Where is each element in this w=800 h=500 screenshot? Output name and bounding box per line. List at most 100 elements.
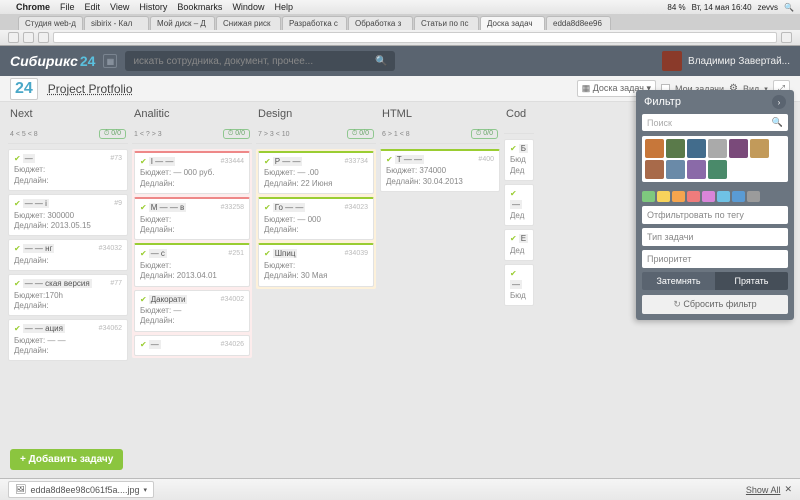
browser-tab[interactable]: Разработка с bbox=[282, 16, 347, 30]
filter-avatar[interactable] bbox=[687, 139, 706, 158]
kanban-column: Next4 < 5 < 8⏱ 0/0✔—#73Бюджет:Дедлайн:✔—… bbox=[8, 106, 128, 453]
task-card[interactable]: ✔— — нг#34032Дедлайн: bbox=[8, 239, 128, 271]
user-avatar bbox=[662, 51, 682, 71]
reload-button[interactable] bbox=[38, 32, 49, 43]
menu-help[interactable]: Help bbox=[274, 2, 293, 12]
app-header: Сибирикс24 ▦ искать сотрудника, документ… bbox=[0, 46, 800, 76]
kanban-column: Cod✔ББюдДед✔—Дед✔ЕДед✔—Бюд bbox=[504, 106, 534, 453]
url-bar[interactable] bbox=[53, 32, 777, 43]
filter-avatar[interactable] bbox=[729, 139, 748, 158]
task-card[interactable]: ✔Дакорати#34002Бюджет: —Дедлайн: bbox=[134, 290, 250, 332]
grid-icon[interactable]: ▦ bbox=[103, 54, 117, 68]
column-meta bbox=[504, 127, 534, 134]
browser-tab[interactable]: edda8d8ee96 bbox=[546, 16, 611, 30]
kanban-column: Analitic1 < ? > 3⏱ 0/0✔I — —#33444Бюджет… bbox=[132, 106, 252, 453]
filter-panel: Фильтр Архив Фильтр › Поиск 🔍 Отфильтров… bbox=[636, 90, 794, 320]
color-swatch[interactable] bbox=[687, 191, 700, 202]
browser-tab[interactable]: Статьи по пс bbox=[414, 16, 479, 30]
collapse-icon[interactable]: › bbox=[772, 95, 786, 109]
filter-priority[interactable]: Приоритет bbox=[642, 250, 788, 268]
menu-bookmarks[interactable]: Bookmarks bbox=[177, 2, 222, 12]
filter-avatar[interactable] bbox=[750, 139, 769, 158]
filter-avatars bbox=[642, 136, 788, 182]
task-card[interactable]: ✔М — — в#33258Бюджет:Дедлайн: bbox=[134, 197, 250, 240]
search-icon: 🔍 bbox=[772, 117, 783, 128]
filter-by-tag[interactable]: Отфильтровать по тегу bbox=[642, 206, 788, 224]
column-meta: 6 > 1 < 8⏱ 0/0 bbox=[380, 127, 500, 144]
task-card[interactable]: ✔Т — —#400Бюджет: 374000Дедлайн: 30.04.2… bbox=[380, 149, 500, 192]
menu-icon[interactable] bbox=[781, 32, 792, 43]
task-card[interactable]: ✔Го — —#34023Бюджет: — 000Дедлайн: bbox=[258, 197, 374, 240]
user-menu[interactable]: Владимир Завертай... bbox=[662, 51, 790, 71]
search-placeholder: искать сотрудника, документ, прочее... bbox=[133, 56, 313, 67]
color-swatch[interactable] bbox=[717, 191, 730, 202]
task-card[interactable]: ✔Р — —#33734Бюджет: — .00Дедлайн: 22 Июн… bbox=[258, 151, 374, 194]
project-badge[interactable]: 24 bbox=[10, 78, 38, 100]
column-title: Next bbox=[8, 106, 128, 124]
task-card[interactable]: ✔— с#251Бюджет:Дедлайн: 2013.04.01 bbox=[134, 243, 250, 286]
filter-avatar[interactable] bbox=[708, 160, 727, 179]
kanban-column: Design7 > 3 < 10⏱ 0/0✔Р — —#33734Бюджет:… bbox=[256, 106, 376, 453]
back-button[interactable] bbox=[8, 32, 19, 43]
global-search[interactable]: искать сотрудника, документ, прочее... 🔍 bbox=[125, 51, 395, 71]
filter-avatar[interactable] bbox=[666, 160, 685, 179]
color-swatch[interactable] bbox=[657, 191, 670, 202]
filter-swatches bbox=[636, 187, 794, 206]
task-card[interactable]: ✔—Бюд bbox=[504, 264, 534, 306]
task-card[interactable]: ✔I — —#33444Бюджет: — 000 руб.Дедлайн: bbox=[134, 151, 250, 194]
brand-logo[interactable]: Сибирикс24 bbox=[10, 53, 95, 69]
browser-tab[interactable]: sibirix - Кал bbox=[84, 16, 149, 30]
task-card[interactable]: ✔— — i#9Бюджет: 300000Дедлайн: 2013.05.1… bbox=[8, 194, 128, 236]
user-menu[interactable]: zevvs bbox=[758, 3, 778, 12]
show-all-downloads[interactable]: Show All bbox=[746, 485, 781, 495]
filter-header: Фильтр › bbox=[636, 90, 794, 114]
project-title[interactable]: Project Protfolio bbox=[48, 82, 567, 96]
column-meta: 4 < 5 < 8⏱ 0/0 bbox=[8, 127, 128, 144]
column-meta: 7 > 3 < 10⏱ 0/0 bbox=[256, 127, 376, 144]
column-title: HTML bbox=[380, 106, 500, 124]
color-swatch[interactable] bbox=[642, 191, 655, 202]
menu-edit[interactable]: Edit bbox=[85, 2, 101, 12]
kanban-column: HTML 6 > 1 < 8⏱ 0/0 ✔Т — —#400Бюджет: 3740… bbox=[380, 106, 500, 453]
task-card[interactable]: ✔—Дед bbox=[504, 184, 534, 226]
browser-tab[interactable]: Мой диск – Д bbox=[150, 16, 215, 30]
task-card[interactable]: ✔ББюдДед bbox=[504, 139, 534, 181]
reset-filter-button[interactable]: Сбросить фильтр bbox=[642, 295, 788, 314]
close-bar-icon[interactable]: ✕ bbox=[784, 484, 792, 495]
forward-button[interactable] bbox=[23, 32, 34, 43]
battery-text: 84 % bbox=[667, 3, 685, 12]
task-card[interactable]: ✔—#34026 bbox=[134, 335, 250, 356]
filter-search[interactable]: Поиск 🔍 bbox=[642, 114, 788, 131]
macos-menubar: Chrome File Edit View History Bookmarks … bbox=[0, 0, 800, 14]
menu-file[interactable]: File bbox=[60, 2, 75, 12]
menu-history[interactable]: History bbox=[139, 2, 167, 12]
color-swatch[interactable] bbox=[732, 191, 745, 202]
filter-avatar[interactable] bbox=[708, 139, 727, 158]
browser-tab[interactable]: Доска задач bbox=[480, 16, 545, 30]
download-file[interactable]: 🖼 edda8d8ee98c061f5a....jpg ▾ bbox=[8, 481, 154, 498]
browser-tab[interactable]: Студия web-д bbox=[18, 16, 83, 30]
browser-tab[interactable]: Снижая риск bbox=[216, 16, 281, 30]
color-swatch[interactable] bbox=[702, 191, 715, 202]
clock-text: Вт, 14 мая 16:40 bbox=[692, 3, 752, 12]
add-task-button[interactable]: + Добавить задачу bbox=[10, 449, 123, 470]
color-swatch[interactable] bbox=[672, 191, 685, 202]
task-card[interactable]: ✔— — ация#34062Бюджет: — —Дедлайн: bbox=[8, 319, 128, 361]
filter-avatar[interactable] bbox=[645, 160, 664, 179]
filter-task-type[interactable]: Тип задачи bbox=[642, 228, 788, 246]
app-menu[interactable]: Chrome bbox=[16, 2, 50, 12]
task-card[interactable]: ✔— — ская версия#77Бюджет:170hДедлайн: bbox=[8, 274, 128, 316]
menu-window[interactable]: Window bbox=[232, 2, 264, 12]
filter-avatar[interactable] bbox=[687, 160, 706, 179]
filter-avatar[interactable] bbox=[645, 139, 664, 158]
task-card[interactable]: ✔ЕДед bbox=[504, 229, 534, 261]
browser-tab[interactable]: Обработка з bbox=[348, 16, 413, 30]
filter-avatar[interactable] bbox=[666, 139, 685, 158]
dim-button[interactable]: Затемнять bbox=[642, 272, 715, 290]
menu-view[interactable]: View bbox=[110, 2, 129, 12]
task-card[interactable]: ✔—#73Бюджет:Дедлайн: bbox=[8, 149, 128, 191]
color-swatch[interactable] bbox=[747, 191, 760, 202]
spotlight-icon[interactable]: 🔍 bbox=[784, 3, 794, 12]
task-card[interactable]: ✔Шпиц#34039Бюджет:Дедлайн: 30 Мая bbox=[258, 243, 374, 286]
hide-button[interactable]: Прятать bbox=[715, 272, 788, 290]
